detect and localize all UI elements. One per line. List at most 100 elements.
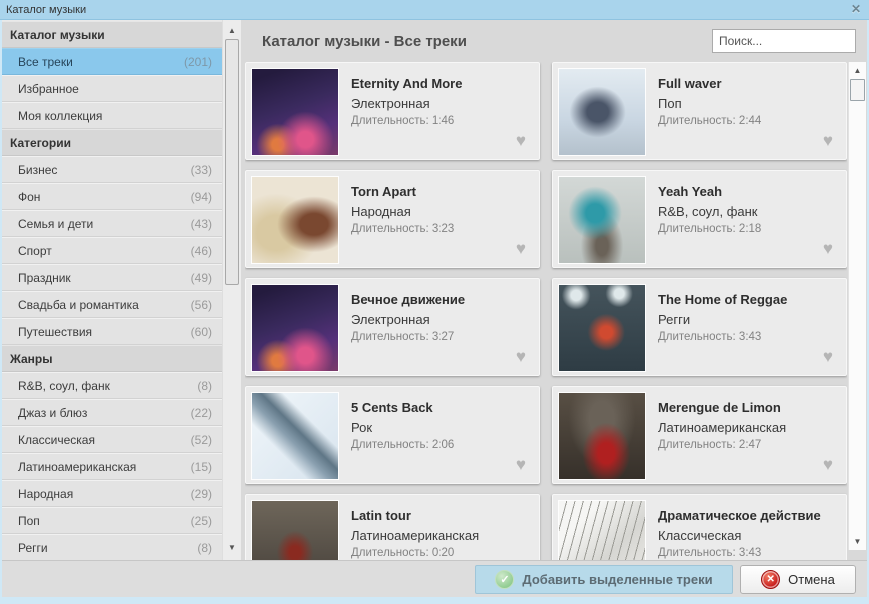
sidebar-item-label: Фон <box>18 189 41 204</box>
sidebar-item-label: Регги <box>18 540 48 555</box>
sidebar-item[interactable]: Народная (29) <box>2 480 222 507</box>
sidebar-item-count: (15) <box>190 459 212 474</box>
sidebar-item-label: Категории <box>10 135 71 150</box>
track-info: Merengue de Limon Латиноамериканская Дли… <box>658 387 846 451</box>
track-artwork <box>558 392 646 480</box>
track-genre: R&B, соул, фанк <box>658 204 758 219</box>
track-info: The Home of Reggae Регги Длительность: 3… <box>658 279 846 343</box>
track-card[interactable]: 5 Cents Back Рок Длительность: 2:06 ♥ <box>245 386 540 484</box>
sidebar-item-label: Семья и дети <box>18 216 94 231</box>
sidebar-item[interactable]: Свадьба и романтика (56) <box>2 291 222 318</box>
scroll-down-icon[interactable]: ▼ <box>849 537 866 546</box>
track-card[interactable]: Latin tour Латиноамериканская Длительнос… <box>245 494 540 560</box>
sidebar-item[interactable]: Все треки (201) <box>2 48 222 75</box>
sidebar-item: Каталог музыки <box>2 21 222 48</box>
track-list-panel: Каталог музыки - Все треки Eternity And … <box>241 20 867 560</box>
scroll-up-icon[interactable]: ▲ <box>223 26 241 35</box>
scroll-down-icon[interactable]: ▼ <box>223 543 241 552</box>
track-list-scrollbar[interactable]: ▲ ▼ <box>848 62 866 550</box>
heart-icon[interactable]: ♥ <box>516 239 526 259</box>
add-selected-tracks-button[interactable]: ✓ Добавить выделенные треки <box>475 565 733 594</box>
track-duration: Длительность: 3:27 <box>351 331 455 343</box>
track-artwork <box>558 68 646 156</box>
sidebar-item-count: (52) <box>190 432 212 447</box>
heart-icon[interactable]: ♥ <box>516 347 526 367</box>
page-title: Каталог музыки - Все треки <box>262 33 467 50</box>
sidebar-item[interactable]: Латиноамериканская (15) <box>2 453 222 480</box>
sidebar-item[interactable]: Семья и дети (43) <box>2 210 222 237</box>
add-button-label: Добавить выделенные треки <box>522 572 713 587</box>
track-card[interactable]: Full waver Поп Длительность: 2:44 ♥ <box>552 62 847 160</box>
sidebar-item[interactable]: Регги (8) <box>2 534 222 560</box>
track-duration: Длительность: 2:18 <box>658 223 762 235</box>
sidebar-item[interactable]: Бизнес (33) <box>2 156 222 183</box>
track-artwork <box>251 392 339 480</box>
track-title: Eternity And More <box>351 76 463 91</box>
track-card[interactable]: Merengue de Limon Латиноамериканская Дли… <box>552 386 847 484</box>
heart-icon[interactable]: ♥ <box>823 347 833 367</box>
heart-icon[interactable]: ♥ <box>516 131 526 151</box>
track-grid: Eternity And More Электронная Длительнос… <box>245 62 847 560</box>
sidebar-item-count: (43) <box>190 216 212 231</box>
sidebar-item[interactable]: R&B, соул, фанк (8) <box>2 372 222 399</box>
sidebar-scrollbar-thumb[interactable] <box>225 39 239 285</box>
track-card[interactable]: The Home of Reggae Регги Длительность: 3… <box>552 278 847 376</box>
cancel-button[interactable]: ✕ Отмена <box>740 565 856 594</box>
track-title: The Home of Reggae <box>658 292 788 307</box>
window-title: Каталог музыки <box>6 3 87 16</box>
cancel-x-icon: ✕ <box>761 570 781 589</box>
sidebar-item-label: Избранное <box>18 81 79 96</box>
track-list-scrollbar-thumb[interactable] <box>850 79 865 101</box>
track-info: Yeah Yeah R&B, соул, фанк Длительность: … <box>658 171 846 235</box>
close-icon[interactable]: ✕ <box>851 2 861 16</box>
sidebar-item-label: Свадьба и романтика <box>18 297 139 312</box>
sidebar-item[interactable]: Путешествия (60) <box>2 318 222 345</box>
sidebar-item-count: (60) <box>190 324 212 339</box>
track-title: 5 Cents Back <box>351 400 433 415</box>
sidebar-item-count: (33) <box>190 162 212 177</box>
track-info: Eternity And More Электронная Длительнос… <box>351 63 539 127</box>
sidebar-item-label: Все треки <box>18 54 73 69</box>
track-artwork <box>558 284 646 372</box>
sidebar-item[interactable]: Фон (94) <box>2 183 222 210</box>
track-genre: Электронная <box>351 312 430 327</box>
cancel-button-label: Отмена <box>788 572 835 587</box>
sidebar-scrollbar[interactable]: ▲ ▼ <box>222 20 241 560</box>
track-card[interactable]: Yeah Yeah R&B, соул, фанк Длительность: … <box>552 170 847 268</box>
heart-icon[interactable]: ♥ <box>823 131 833 151</box>
sidebar-item[interactable]: Избранное <box>2 75 222 102</box>
track-duration: Длительность: 3:43 <box>658 547 762 559</box>
sidebar-item[interactable]: Поп (25) <box>2 507 222 534</box>
track-artwork <box>251 68 339 156</box>
sidebar-item-label: Каталог музыки <box>10 27 105 42</box>
track-genre: Поп <box>658 96 682 111</box>
sidebar-item[interactable]: Спорт (46) <box>2 237 222 264</box>
track-title: Yeah Yeah <box>658 184 723 199</box>
search-input[interactable] <box>712 29 856 53</box>
sidebar-item-label: Путешествия <box>18 324 93 339</box>
sidebar-item[interactable]: Джаз и блюз (22) <box>2 399 222 426</box>
footer-bar: ✓ Добавить выделенные треки ✕ Отмена <box>2 560 867 597</box>
sidebar-item-label: Бизнес <box>18 162 58 177</box>
track-artwork <box>558 176 646 264</box>
track-info: Latin tour Латиноамериканская Длительнос… <box>351 495 539 559</box>
track-card[interactable]: Eternity And More Электронная Длительнос… <box>245 62 540 160</box>
sidebar-item[interactable]: Классическая (52) <box>2 426 222 453</box>
heart-icon[interactable]: ♥ <box>823 455 833 475</box>
heart-icon[interactable]: ♥ <box>516 455 526 475</box>
track-title: Вечное движение <box>351 292 466 307</box>
heart-icon[interactable]: ♥ <box>823 239 833 259</box>
sidebar-item[interactable]: Праздник (49) <box>2 264 222 291</box>
sidebar-item-label: Джаз и блюз <box>18 405 88 420</box>
track-card[interactable]: Драматическое действие Классическая Длит… <box>552 494 847 560</box>
track-duration: Длительность: 3:23 <box>351 223 455 235</box>
track-duration: Длительность: 0:20 <box>351 547 455 559</box>
track-card[interactable]: Вечное движение Электронная Длительность… <box>245 278 540 376</box>
track-card[interactable]: Torn Apart Народная Длительность: 3:23 ♥ <box>245 170 540 268</box>
sidebar-item-count: (46) <box>190 243 212 258</box>
track-duration: Длительность: 2:06 <box>351 439 455 451</box>
sidebar-item[interactable]: Моя коллекция <box>2 102 222 129</box>
track-artwork <box>558 500 646 560</box>
sidebar-item-label: Жанры <box>10 351 53 366</box>
scroll-up-icon[interactable]: ▲ <box>849 66 866 75</box>
